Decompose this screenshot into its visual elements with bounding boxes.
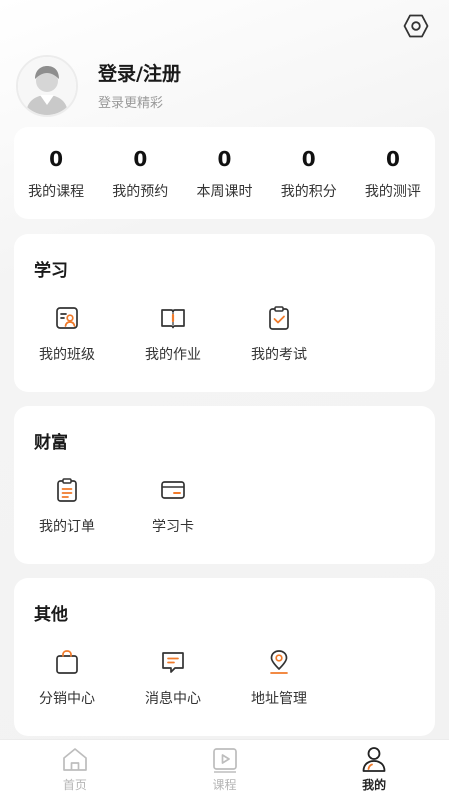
gear-icon xyxy=(403,14,429,38)
stat-weekly-hours[interactable]: 0 本周课时 xyxy=(182,127,266,219)
item-label: 消息中心 xyxy=(145,691,201,707)
stat-value: 0 xyxy=(133,147,148,171)
section-title: 学习 xyxy=(34,261,68,281)
order-icon xyxy=(57,478,77,502)
stat-label: 我的测评 xyxy=(364,184,421,200)
settings-button[interactable] xyxy=(403,13,429,39)
login-subtitle: 登录更精彩 xyxy=(98,95,164,111)
item-label: 我的订单 xyxy=(39,519,95,535)
profile-header[interactable]: 登录/注册 登录更精彩 xyxy=(16,54,376,118)
tab-courses[interactable]: 课程 xyxy=(150,740,300,799)
learning-section: 学习 我的班级 我的作业 我的考试 xyxy=(14,234,435,392)
course-icon xyxy=(212,748,237,773)
stat-my-assessments[interactable]: 0 我的测评 xyxy=(351,127,435,219)
my-exam-item[interactable]: 我的考试 xyxy=(226,304,332,364)
tab-label: 课程 xyxy=(212,778,237,792)
bottom-tab-bar: 首页 课程 我的 xyxy=(0,739,449,799)
default-avatar-icon xyxy=(18,57,76,115)
other-section: 其他 分销中心 消息中心 地址管理 xyxy=(14,578,435,736)
wealth-section: 财富 我的订单 学习卡 xyxy=(14,406,435,564)
homework-icon xyxy=(161,309,185,329)
item-label: 我的班级 xyxy=(39,347,95,363)
item-label: 我的考试 xyxy=(251,347,307,363)
stat-my-points[interactable]: 0 我的积分 xyxy=(267,127,351,219)
avatar[interactable] xyxy=(16,55,78,117)
stat-label: 我的积分 xyxy=(280,184,337,200)
tab-label: 我的 xyxy=(362,778,387,792)
distribution-center-item[interactable]: 分销中心 xyxy=(14,648,120,708)
item-label: 分销中心 xyxy=(39,691,95,707)
tab-label: 首页 xyxy=(62,778,87,792)
section-title: 其他 xyxy=(34,605,68,625)
stat-label: 我的课程 xyxy=(28,184,85,200)
location-icon xyxy=(270,650,288,674)
message-icon xyxy=(162,652,184,673)
profile-icon xyxy=(362,747,386,772)
my-homework-item[interactable]: 我的作业 xyxy=(120,304,226,364)
stat-my-reservations[interactable]: 0 我的预约 xyxy=(98,127,182,219)
item-label: 我的作业 xyxy=(145,347,201,363)
stat-value: 0 xyxy=(217,147,232,171)
login-register-link[interactable]: 登录/注册 xyxy=(98,62,181,86)
item-label: 地址管理 xyxy=(251,691,307,707)
message-center-item[interactable]: 消息中心 xyxy=(120,648,226,708)
my-orders-item[interactable]: 我的订单 xyxy=(14,476,120,536)
tab-home[interactable]: 首页 xyxy=(0,740,150,799)
bag-icon xyxy=(56,650,78,674)
stat-value: 0 xyxy=(385,147,400,171)
section-title: 财富 xyxy=(34,433,68,453)
stat-label: 我的预约 xyxy=(112,184,169,200)
stat-my-courses[interactable]: 0 我的课程 xyxy=(14,127,98,219)
stat-value: 0 xyxy=(301,147,316,171)
exam-icon xyxy=(269,306,289,330)
class-icon xyxy=(56,307,78,329)
home-icon xyxy=(62,748,87,771)
stat-label: 本周课时 xyxy=(196,184,253,200)
stat-value: 0 xyxy=(49,147,64,171)
address-management-item[interactable]: 地址管理 xyxy=(226,648,332,708)
study-card-item[interactable]: 学习卡 xyxy=(120,476,226,536)
stats-card: 0 我的课程 0 我的预约 0 本周课时 0 我的积分 0 我的测评 xyxy=(14,127,435,219)
card-icon xyxy=(161,481,185,499)
my-class-item[interactable]: 我的班级 xyxy=(14,304,120,364)
item-label: 学习卡 xyxy=(152,519,194,535)
tab-profile[interactable]: 我的 xyxy=(299,740,449,799)
